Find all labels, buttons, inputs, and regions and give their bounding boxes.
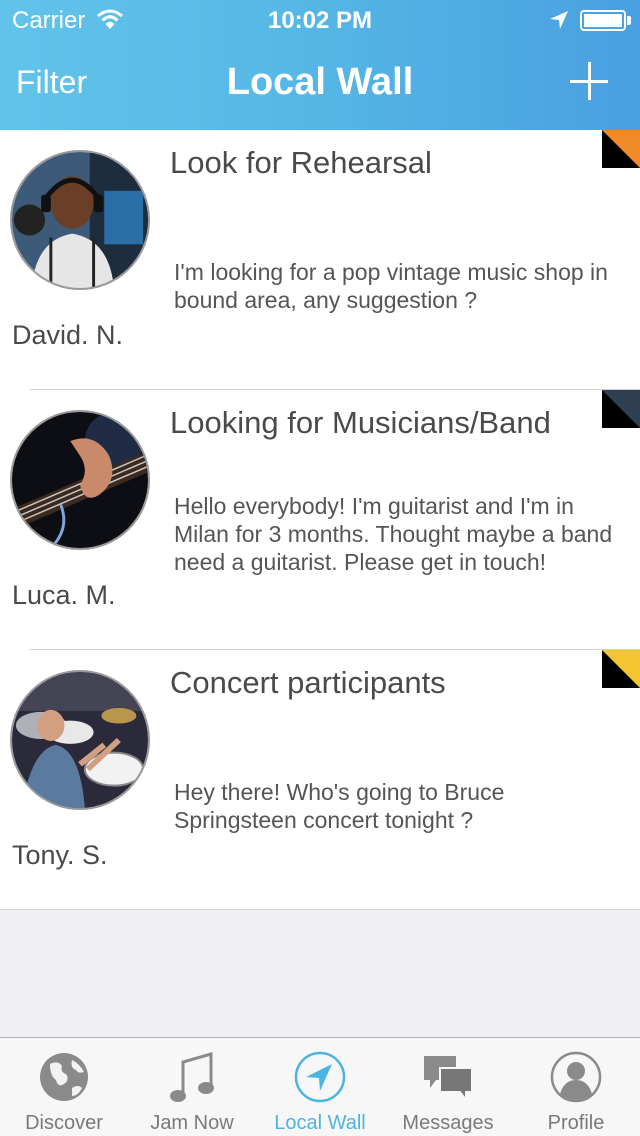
page-title: Local Wall: [226, 61, 414, 103]
navigation-header: Carrier 10:02 PM Filter Local Wall: [0, 0, 640, 130]
music-note-icon: [164, 1050, 220, 1104]
avatar[interactable]: [10, 150, 150, 290]
chat-bubbles-icon: [420, 1050, 476, 1104]
tab-label: Jam Now: [150, 1112, 234, 1134]
post-author: Luca. M.: [12, 580, 116, 610]
location-services-icon: [549, 9, 569, 37]
wall-post-list: Look for Rehearsal I'm looking for a pop…: [0, 130, 640, 910]
filter-button[interactable]: Filter: [16, 64, 87, 101]
avatar[interactable]: [10, 670, 150, 810]
battery-icon: [580, 10, 626, 31]
location-arrow-icon: [292, 1050, 348, 1104]
user-icon: [548, 1050, 604, 1104]
wall-post[interactable]: Look for Rehearsal I'm looking for a pop…: [0, 130, 640, 390]
post-author: Tony. S.: [12, 840, 108, 870]
tab-label: Discover: [25, 1112, 103, 1134]
tab-jam-now[interactable]: Jam Now: [128, 1038, 256, 1136]
post-author: David. N.: [12, 320, 124, 350]
tab-discover[interactable]: Discover: [0, 1038, 128, 1136]
status-bar: Carrier 10:02 PM: [0, 0, 640, 40]
divider: [0, 909, 640, 910]
tab-messages[interactable]: Messages: [384, 1038, 512, 1136]
tab-label: Profile: [547, 1112, 605, 1134]
avatar[interactable]: [10, 410, 150, 550]
post-category-tag: [602, 390, 640, 428]
post-body: Hey there! Who's going to Bruce Springst…: [174, 779, 505, 833]
wall-post[interactable]: Looking for Musicians/Band Hello everybo…: [0, 390, 640, 650]
status-time: 10:02 PM: [267, 7, 373, 34]
tab-bar: Discover Jam Now Local Wall Messages Pro…: [0, 1037, 640, 1136]
post-category-tag: [602, 130, 640, 168]
tab-label: Messages: [402, 1112, 494, 1134]
post-body: Hello everybody! I'm guitarist and I'm i…: [174, 493, 613, 575]
globe-icon: [36, 1050, 92, 1104]
post-title: Concert participants: [170, 665, 446, 700]
post-body: I'm looking for a pop vintage music shop…: [174, 259, 608, 313]
wall-post[interactable]: Concert participants Hey there! Who's go…: [0, 650, 640, 910]
post-category-tag: [602, 650, 640, 688]
tab-label: Local Wall: [274, 1112, 366, 1134]
tab-profile[interactable]: Profile: [512, 1038, 640, 1136]
add-post-button[interactable]: [570, 62, 610, 102]
post-title: Looking for Musicians/Band: [170, 405, 551, 440]
battery-nub: [627, 16, 631, 25]
post-title: Look for Rehearsal: [170, 145, 432, 180]
tab-local-wall[interactable]: Local Wall: [256, 1038, 384, 1136]
